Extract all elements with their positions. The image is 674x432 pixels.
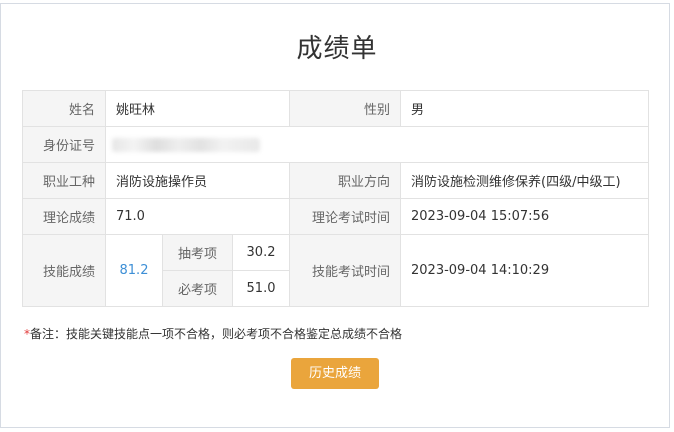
job-type-label: 职业工种 (22, 162, 106, 199)
page-title: 成绩单 (296, 34, 378, 64)
table-row: 技能成绩 81.2 抽考项 30.2 技能考试时间 2023-09-04 14:… (22, 234, 650, 307)
name-value: 姚旺林 (104, 90, 291, 127)
table-row: 职业工种 消防设施操作员 职业方向 消防设施检测维修保养(四级/中级工) (22, 162, 650, 199)
theory-score-label: 理论成绩 (22, 198, 106, 235)
theory-score-value: 71.0 (104, 198, 291, 235)
theory-time-value: 2023-09-04 15:07:56 (400, 198, 650, 235)
name-label: 姓名 (22, 90, 106, 127)
theory-time-label: 理论考试时间 (289, 198, 402, 235)
remark-note: *备注：技能关键技能点一项不合格，则必考项不合格鉴定总成绩不合格 (24, 325, 402, 342)
skill-time-value: 2023-09-04 14:10:29 (400, 234, 650, 307)
table-row: 身份证号 (22, 126, 650, 163)
job-type-value: 消防设施操作员 (104, 162, 291, 199)
gender-value: 男 (400, 90, 650, 127)
redacted-id-blur (112, 137, 260, 152)
id-number-value (104, 126, 650, 163)
required-item-label: 必考项 (162, 270, 233, 307)
grade-table: 姓名 姚旺林 性别 男 身份证号 职业工种 消防设施操作员 职业方向 消防设施检… (22, 90, 650, 307)
skill-time-label: 技能考试时间 (289, 234, 402, 307)
id-number-label: 身份证号 (22, 126, 106, 163)
remark-text: 备注：技能关键技能点一项不合格，则必考项不合格鉴定总成绩不合格 (30, 327, 403, 341)
history-scores-button[interactable]: 历史成绩 (291, 358, 379, 389)
skill-score-label: 技能成绩 (22, 234, 106, 307)
gender-label: 性别 (289, 90, 402, 127)
table-row: 姓名 姚旺林 性别 男 (22, 90, 650, 127)
job-direction-label: 职业方向 (289, 162, 402, 199)
skill-score-value[interactable]: 81.2 (105, 234, 163, 307)
draw-item-label: 抽考项 (162, 234, 233, 271)
table-row: 理论成绩 71.0 理论考试时间 2023-09-04 15:07:56 (22, 198, 650, 235)
required-item-value: 51.0 (231, 270, 291, 307)
draw-item-value: 30.2 (231, 234, 291, 271)
job-direction-value: 消防设施检测维修保养(四级/中级工) (400, 162, 650, 199)
